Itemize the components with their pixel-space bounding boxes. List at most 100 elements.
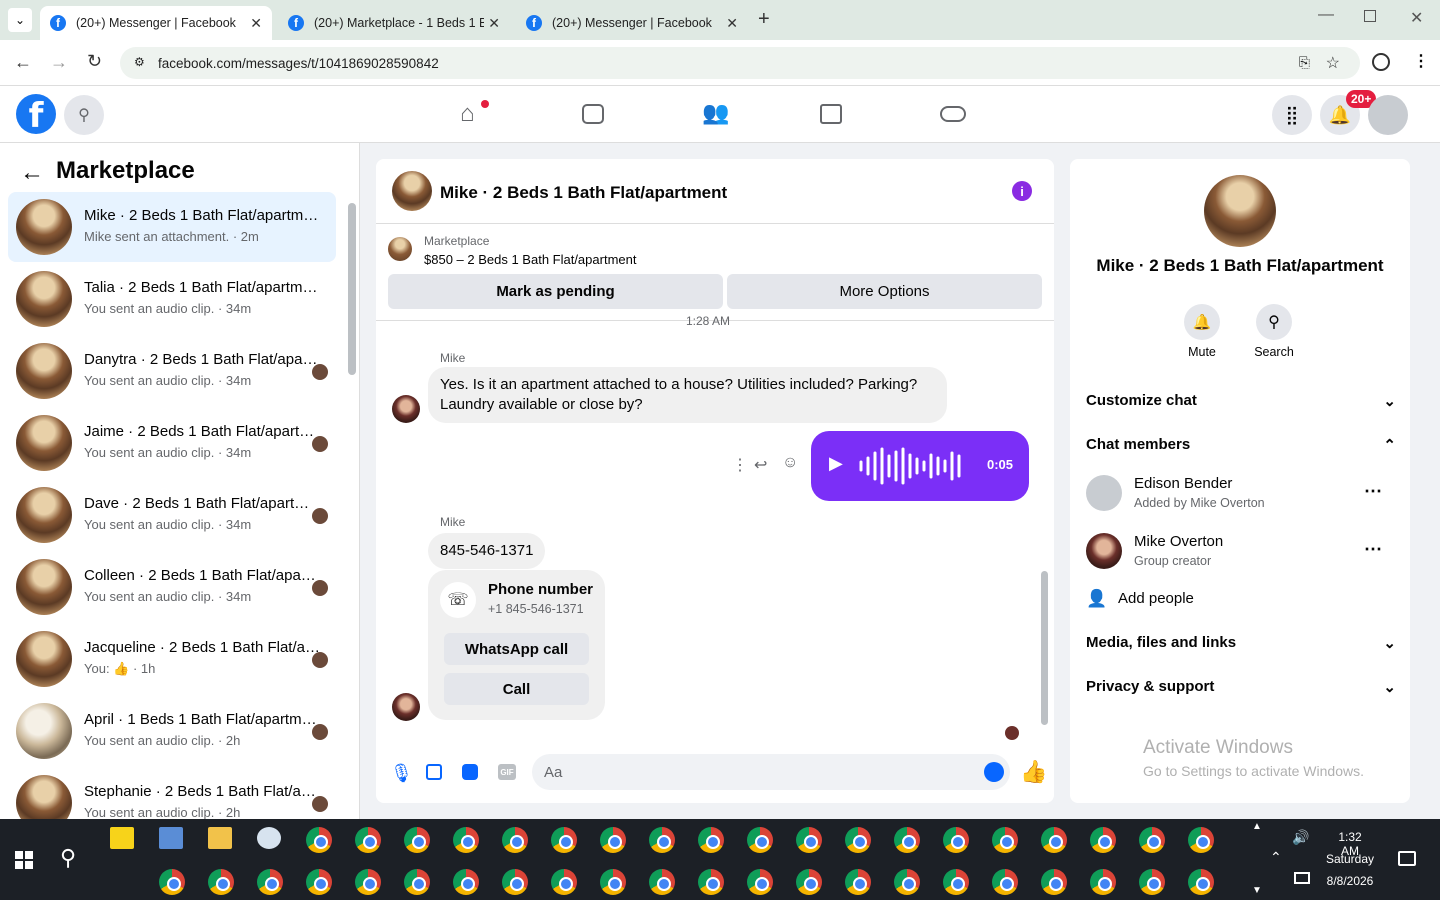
chrome-taskbar-icon[interactable] [943,869,969,895]
taskbar-scroll-down-icon[interactable]: ▼ [1252,885,1262,896]
call-button[interactable]: Call [444,673,589,705]
browser-tab-2[interactable]: f (20+) Marketplace - 1 Beds 1 Ba ✕ [278,6,510,40]
chrome-taskbar-icon[interactable] [649,827,675,853]
sticker-icon[interactable] [462,764,478,780]
sidebar-scrollbar[interactable] [348,203,356,375]
chrome-taskbar-icon[interactable] [845,827,871,853]
chrome-taskbar-icon[interactable] [306,869,332,895]
gaming-nav-icon[interactable] [940,106,966,122]
bookmark-star-icon[interactable]: ☆ [1326,53,1340,73]
file-explorer-icon[interactable] [208,827,232,849]
chrome-taskbar-icon[interactable] [1139,827,1165,853]
restore-icon[interactable] [1364,10,1376,22]
audio-message[interactable]: ▶ 0:05 [811,431,1029,501]
paint-app-icon[interactable] [257,827,281,849]
chrome-taskbar-icon[interactable] [208,869,234,895]
forward-icon[interactable]: → [50,52,68,73]
chrome-taskbar-icon[interactable] [502,869,528,895]
sender-avatar[interactable] [392,693,420,721]
action-center-icon[interactable] [1398,851,1416,866]
message-bubble[interactable]: Yes. Is it an apartment attached to a ho… [428,367,947,423]
chrome-taskbar-icon[interactable] [306,827,332,853]
windows-start-icon[interactable] [15,851,33,869]
member-name[interactable]: Mike Overton [1134,533,1223,550]
sender-avatar[interactable] [392,395,420,423]
chrome-taskbar-icon[interactable] [404,827,430,853]
member-avatar[interactable] [1086,475,1122,511]
network-computer-icon[interactable] [159,827,183,849]
sticky-notes-icon[interactable] [110,827,134,849]
reload-icon[interactable]: ↻ [87,51,102,72]
chrome-taskbar-icon[interactable] [551,869,577,895]
chrome-taskbar-icon[interactable] [992,869,1018,895]
marketplace-nav-icon[interactable] [820,104,842,124]
member-more-icon[interactable]: ⋯ [1364,539,1382,560]
customize-chat-section[interactable]: Customize chat ⌄ [1086,392,1396,410]
taskbar-scroll-up-icon[interactable]: ▲ [1252,821,1262,832]
message-more-icon[interactable]: ⋮ [732,455,748,475]
browser-menu-icon[interactable]: ⋮ [1413,51,1429,71]
chrome-taskbar-icon[interactable] [894,827,920,853]
emoji-icon[interactable] [984,762,1004,782]
back-arrow-icon[interactable]: ← [20,159,44,187]
chrome-taskbar-icon[interactable] [1139,869,1165,895]
site-settings-icon[interactable]: ⚙ [134,55,145,69]
chrome-taskbar-icon[interactable] [698,869,724,895]
browser-tab-3[interactable]: f (20+) Messenger | Facebook ✕ [516,6,748,40]
tab-list-dropdown[interactable]: ⌄ [8,8,32,32]
more-options-button[interactable]: More Options [727,274,1042,309]
chat-scrollbar[interactable] [1041,571,1048,725]
like-icon[interactable]: 👍 [1020,759,1047,785]
info-icon[interactable]: i [1012,181,1032,201]
play-icon[interactable]: ▶ [829,453,843,474]
gif-icon[interactable]: GIF [498,764,516,780]
profile-icon[interactable] [1372,53,1390,71]
conversation-item[interactable]: Jaime · 2 Beds 1 Bath Flat/apartment You … [8,408,336,478]
chrome-taskbar-icon[interactable] [1090,869,1116,895]
member-name[interactable]: Edison Bender [1134,475,1232,492]
conversation-item[interactable]: Jacqueline · 2 Beds 1 Bath Flat/apartmen… [8,624,336,694]
close-window-icon[interactable]: ✕ [1410,8,1423,28]
chrome-taskbar-icon[interactable] [257,869,283,895]
chrome-taskbar-icon[interactable] [747,827,773,853]
react-emoji-icon[interactable]: ☺ [782,454,798,472]
conversation-item[interactable]: Colleen · 2 Beds 1 Bath Flat/apartment Yo… [8,552,336,622]
conversation-item[interactable]: Mike · 2 Beds 1 Bath Flat/apartment Mike … [8,192,336,262]
search-icon[interactable]: ⚲ [64,95,104,135]
chrome-taskbar-icon[interactable] [453,827,479,853]
chrome-taskbar-icon[interactable] [1090,827,1116,853]
privacy-support-section[interactable]: Privacy & support ⌄ [1086,678,1396,696]
listing-price[interactable]: $850 – 2 Beds 1 Bath Flat/apartment [424,252,636,267]
mute-bell-icon[interactable]: 🔔 [1184,304,1220,340]
taskbar-search-icon[interactable]: ⚲ [60,845,76,871]
chrome-taskbar-icon[interactable] [1041,827,1067,853]
member-more-icon[interactable]: ⋯ [1364,481,1382,502]
mark-pending-button[interactable]: Mark as pending [388,274,723,309]
chrome-taskbar-icon[interactable] [355,827,381,853]
video-nav-icon[interactable] [582,104,604,124]
chrome-taskbar-icon[interactable] [649,869,675,895]
network-icon[interactable] [1294,872,1310,884]
minimize-icon[interactable]: — [1318,6,1334,24]
add-people-button[interactable]: Add people [1118,590,1194,607]
whatsapp-call-button[interactable]: WhatsApp call [444,633,589,665]
conversation-item[interactable]: Stephanie · 2 Beds 1 Bath Flat/apartment… [8,768,336,819]
chat-members-section[interactable]: Chat members ⌃ [1086,436,1396,454]
conversation-item[interactable]: Danytra · 2 Beds 1 Bath Flat/apartment Yo… [8,336,336,406]
chrome-taskbar-icon[interactable] [502,827,528,853]
account-avatar[interactable] [1368,95,1408,135]
search-icon[interactable]: ⚲ [1256,304,1292,340]
close-tab-icon[interactable]: ✕ [726,15,738,32]
chrome-taskbar-icon[interactable] [159,869,185,895]
message-input[interactable]: Aa [532,754,1010,790]
chrome-taskbar-icon[interactable] [600,827,626,853]
chrome-taskbar-icon[interactable] [796,827,822,853]
menu-grid-icon[interactable]: ⣿ [1272,95,1312,135]
tray-chevron-icon[interactable]: ⌃ [1270,849,1282,866]
chrome-taskbar-icon[interactable] [943,827,969,853]
conversation-item[interactable]: Dave · 2 Beds 1 Bath Flat/apartment You s… [8,480,336,550]
chrome-taskbar-icon[interactable] [845,869,871,895]
back-icon[interactable]: ← [14,52,32,73]
chrome-taskbar-icon[interactable] [992,827,1018,853]
chrome-taskbar-icon[interactable] [894,869,920,895]
